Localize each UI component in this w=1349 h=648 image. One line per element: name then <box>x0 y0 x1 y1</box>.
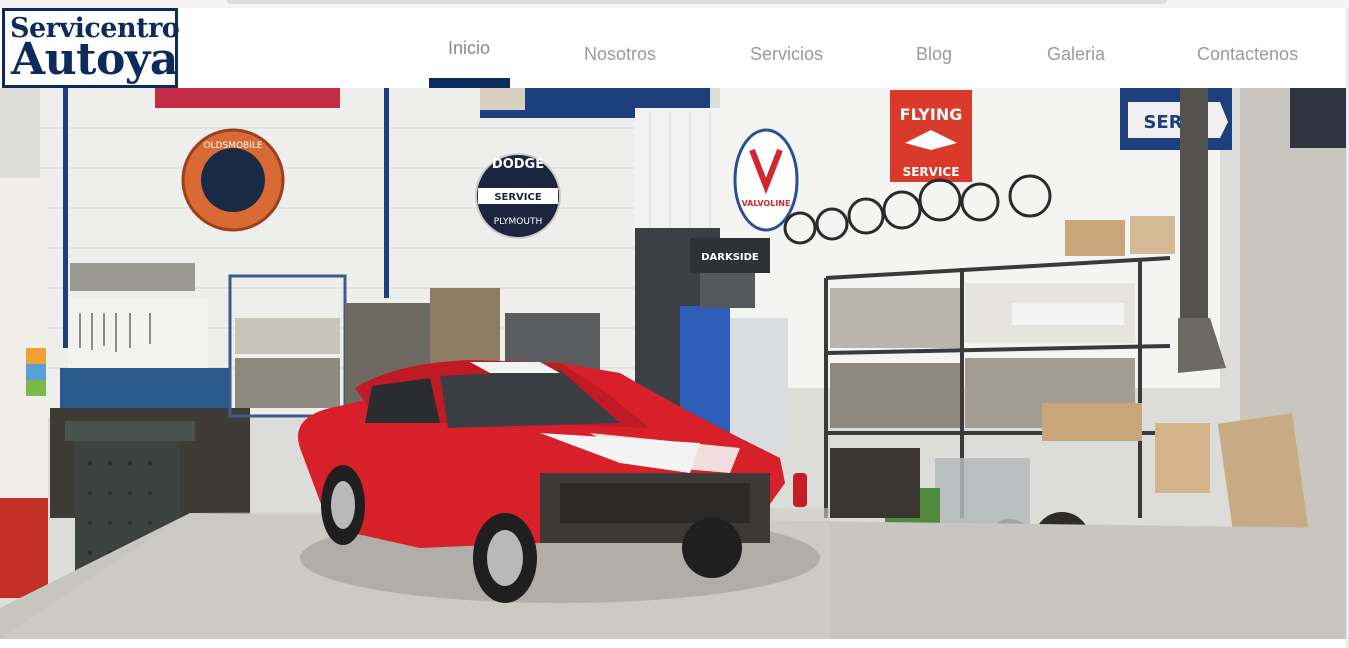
svg-text:FLYING: FLYING <box>900 105 963 124</box>
nav-item-contactenos[interactable]: Contactenos <box>1197 44 1298 65</box>
service-sign-right: SERV <box>1120 88 1232 150</box>
main-nav: Inicio Nosotros Servicios Blog Galeria C… <box>0 8 1349 88</box>
flying-a-sign: FLYING SERVICE <box>890 90 972 182</box>
svg-text:VALVOLINE: VALVOLINE <box>742 199 791 208</box>
nav-item-blog[interactable]: Blog <box>916 44 952 65</box>
nav-item-servicios[interactable]: Servicios <box>750 44 823 65</box>
svg-text:PLYMOUTH: PLYMOUTH <box>494 217 542 227</box>
nav-item-galeria[interactable]: Galeria <box>1047 44 1105 65</box>
dodge-sign: DODGE SERVICE PLYMOUTH <box>475 153 561 239</box>
garage-photo: OLDSMOBILE DODGE SERVICE PLYMOUTH VALVOL… <box>0 88 1346 639</box>
svg-text:SERVICE: SERVICE <box>903 165 960 179</box>
darkside-label: DARKSIDE <box>701 252 759 263</box>
nav-item-inicio[interactable]: Inicio <box>448 38 490 59</box>
nav-active-indicator <box>429 78 510 88</box>
hero-image: OLDSMOBILE DODGE SERVICE PLYMOUTH VALVOL… <box>0 88 1346 639</box>
svg-text:DODGE: DODGE <box>492 157 544 172</box>
horizontal-scrollbar[interactable] <box>227 0 1167 4</box>
svg-text:SERVICE: SERVICE <box>494 192 542 203</box>
valvoline-sign: VALVOLINE <box>733 128 799 232</box>
oldsmobile-text: OLDSMOBILE <box>203 141 262 151</box>
nav-item-nosotros[interactable]: Nosotros <box>584 44 656 65</box>
site-header: Servicentro Autoya Inicio Nosotros Servi… <box>0 8 1349 88</box>
browser-top-strip <box>0 0 1349 8</box>
oldsmobile-sign: OLDSMOBILE <box>181 128 285 232</box>
